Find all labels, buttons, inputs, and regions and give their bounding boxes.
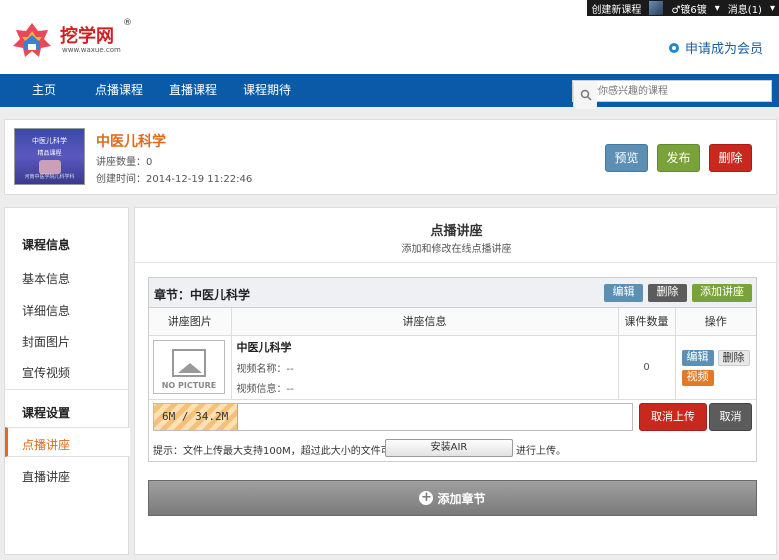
sidebar-item-cover-image[interactable]: 封面图片 [22,333,70,350]
sidebar-item-live-lectures[interactable]: 直播讲座 [22,468,70,485]
video-info: 视频信息：-- [236,384,294,395]
site-header: 挖学网 ® www.waxue.com 申请成为会员 [0,16,779,74]
search-icon [580,89,592,101]
sidebar-divider [5,389,128,390]
edit-chapter-button[interactable]: 编辑 [604,284,643,302]
course-thumbnail: 中医儿科学 精品课程 河南中医学院儿科学科 [14,128,85,185]
search-input[interactable] [573,81,771,101]
plus-icon: + [419,490,434,505]
apply-member-label: 申请成为会员 [684,42,763,57]
video-name: 视频名称：-- [236,364,294,375]
created-time: 创建时间：2014-12-19 11:22:46 [96,174,253,185]
thumb-title: 中医儿科学 [32,137,67,145]
course-title[interactable]: 中医儿科学 [96,131,166,151]
title-divider [135,262,778,263]
sidebar-item-detail-info[interactable]: 详细信息 [22,302,70,319]
chapter-title: 章节：中医儿科学 [154,288,251,302]
top-bar-user-area: 创建新课程 ♂镀6镀 ▾ 消息(1) ▾ [587,0,779,16]
user-menu[interactable]: ♂镀6镀 [671,1,706,16]
actions-cell: 编辑 删除 视频 [675,335,756,400]
chapter-header: 章节：中医儿科学 编辑 删除 添加讲座 [149,278,756,308]
delete-course-button[interactable]: 删除 [709,144,752,172]
page-title: 点播讲座 [430,224,483,239]
add-chapter-label: 添加章节 [437,491,486,506]
thumb-image [38,160,61,174]
main-nav: 主页 点播课程 直播课程 课程期待 [0,74,779,109]
sidebar-section-course-info: 课程信息 [22,238,71,252]
registered-mark: ® [123,18,132,28]
lecture-count: 讲座数量：0 [96,157,153,168]
install-air-button[interactable]: 安装AIR [385,439,513,457]
preview-button[interactable]: 预览 [605,144,648,172]
tip-prefix: 提示：文件上传最大支持100M，超过此大小的文件可 [153,446,391,457]
tip-suffix: 进行上传。 [516,446,566,457]
logo-icon [13,23,51,57]
sidebar-item-promo-video[interactable]: 宣传视频 [22,364,70,381]
sidebar-item-basic-info[interactable]: 基本信息 [22,270,70,287]
upload-progress-bar: 6M / 34.2M [153,403,633,431]
sidebar-item-vod-lectures[interactable]: 点播讲座 [22,436,70,453]
publish-button[interactable]: 发布 [657,144,700,172]
delete-lecture-button[interactable]: 删除 [717,349,750,366]
page-subtitle: 添加和修改在线点播讲座 [401,244,512,255]
lecture-info-cell: 中医儿科学 视频名称：-- 视频信息：-- [231,335,619,400]
search-box [572,80,772,109]
delete-chapter-button[interactable]: 删除 [648,284,687,302]
column-header: 讲座信息 [231,308,619,336]
thumb-footer: 河南中医学院儿科学科 [24,174,75,180]
upload-tip: 提示：文件上传最大支持100M，超过此大小的文件可 [153,442,391,457]
chevron-down-icon[interactable]: ▾ [715,3,720,14]
nav-item-home[interactable]: 主页 [32,74,56,107]
thumb-subtitle: 精品课程 [37,150,62,157]
column-header: 操作 [675,308,756,336]
sidebar-section-course-settings: 课程设置 [22,406,71,420]
sidebar: 课程信息 基本信息 详细信息 封面图片 宣传视频 课程设置 点播讲座 直播讲座 [4,207,130,555]
upload-progress-text: 6M / 34.2M [162,410,229,423]
logo-url: www.waxue.com [62,46,121,54]
column-header: 课件数量 [618,308,676,336]
course-summary-card: 中医儿科学 精品课程 河南中医学院儿科学科 中医儿科学 讲座数量：0 创建时间：… [4,119,777,195]
search-button[interactable] [573,81,597,109]
lecture-name[interactable]: 中医儿科学 [237,339,618,355]
add-chapter-button[interactable]: + 添加章节 [148,480,757,516]
table-header-row: 讲座图片 讲座信息 课件数量 操作 [149,308,756,336]
chapter-block: 章节：中医儿科学 编辑 删除 添加讲座 讲座图片 讲座信息 课件数量 操作 NO… [148,277,757,462]
nav-item-live[interactable]: 直播课程 [169,74,217,107]
cancel-upload-button[interactable]: 取消上传 [639,403,707,431]
video-button[interactable]: 视频 [681,369,714,386]
courseware-count: 0 [618,335,676,400]
no-picture-placeholder[interactable]: NO PICTURE [153,340,225,394]
chevron-down-icon[interactable]: ▾ [770,3,775,14]
circle-icon [668,42,679,53]
lecture-table: 讲座图片 讲座信息 课件数量 操作 NO PICTURE 中医儿科学 视频名称：… [149,308,756,400]
logo-text: 挖学网 [60,26,114,47]
lecture-image-cell: NO PICTURE [149,335,232,400]
top-bar: 创建新课程 ♂镀6镀 ▾ 消息(1) ▾ [0,0,779,16]
image-icon [172,349,206,377]
avatar[interactable] [649,1,664,15]
column-header: 讲座图片 [149,308,232,336]
table-row: NO PICTURE 中医儿科学 视频名称：-- 视频信息：-- 0 编辑 删除… [149,335,756,400]
cancel-button[interactable]: 取消 [709,403,752,431]
nav-item-upcoming[interactable]: 课程期待 [243,74,291,107]
nav-item-vod[interactable]: 点播课程 [95,74,143,107]
create-course-link[interactable]: 创建新课程 [591,1,641,16]
messages-menu[interactable]: 消息(1) [728,1,762,16]
logo[interactable]: 挖学网 ® www.waxue.com [10,18,132,62]
no-picture-label: NO PICTURE [161,381,217,390]
apply-member-link[interactable]: 申请成为会员 [668,38,763,57]
add-lecture-button[interactable]: 添加讲座 [692,284,752,302]
edit-lecture-button[interactable]: 编辑 [681,349,714,366]
